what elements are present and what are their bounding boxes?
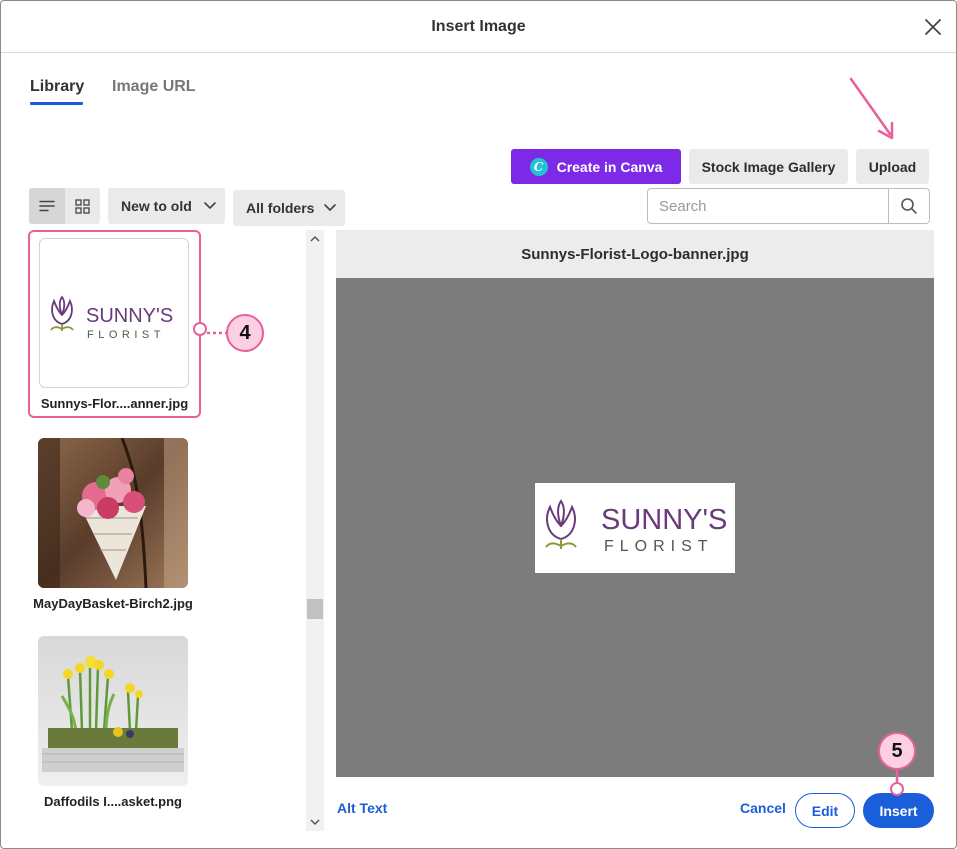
canva-icon: C	[529, 157, 548, 176]
insert-image-dialog: Insert Image Library Image URL C Create …	[0, 0, 957, 849]
search-input[interactable]	[648, 189, 888, 223]
list-view-icon	[39, 200, 55, 212]
search-button[interactable]	[889, 189, 929, 223]
image-thumbnail: SUNNY'S FLORIST	[39, 238, 189, 388]
tab-image-url[interactable]: Image URL	[112, 78, 196, 96]
stock-image-gallery-button[interactable]: Stock Image Gallery	[689, 149, 848, 184]
image-filename: Daffodils I....asket.png	[44, 794, 182, 809]
logo-text-sunnys: SUNNY'S	[86, 305, 173, 327]
close-icon[interactable]	[923, 17, 943, 37]
view-toggle	[29, 188, 100, 224]
search-box	[647, 188, 930, 224]
image-list-item[interactable]: MayDayBasket-Birch2.jpg	[1, 436, 301, 616]
chevron-up-icon	[310, 235, 320, 242]
scrollbar-thumb[interactable]	[307, 599, 323, 619]
folders-dropdown-label: All folders	[246, 200, 315, 216]
alt-text-link[interactable]: Alt Text	[337, 800, 387, 816]
preview-filename: Sunnys-Florist-Logo-banner.jpg	[521, 246, 749, 263]
search-icon	[901, 198, 917, 214]
image-list-item[interactable]: Daffodils I....asket.png	[1, 634, 301, 814]
scroll-up-button[interactable]	[306, 230, 324, 248]
image-thumbnail	[38, 438, 188, 588]
list-scrollbar[interactable]	[306, 230, 324, 831]
image-thumbnail	[38, 636, 188, 786]
annotation-arrow	[849, 77, 894, 140]
sort-dropdown-label: New to old	[121, 198, 192, 214]
dialog-header: Insert Image	[1, 1, 956, 53]
flower-basket-photo	[38, 438, 188, 588]
dialog-title: Insert Image	[431, 18, 526, 35]
logo-text-florist: FLORIST	[604, 538, 714, 555]
image-list: SUNNY'S FLORIST Sunnys-Flor....anner.jpg	[1, 230, 325, 831]
edit-button[interactable]: Edit	[795, 793, 855, 828]
scroll-down-button[interactable]	[306, 813, 324, 831]
cancel-link[interactable]: Cancel	[740, 800, 786, 816]
tab-library[interactable]: Library	[30, 78, 84, 96]
image-filename: MayDayBasket-Birch2.jpg	[33, 596, 193, 611]
image-filename: Sunnys-Flor....anner.jpg	[40, 396, 189, 411]
create-in-canva-label: Create in Canva	[556, 158, 663, 175]
sunnys-florist-logo: SUNNY'S FLORIST	[545, 499, 727, 555]
list-view-button[interactable]	[29, 188, 65, 224]
chevron-down-icon	[204, 202, 216, 209]
step-5-callout: 5	[878, 732, 916, 770]
preview-header: Sunnys-Florist-Logo-banner.jpg	[336, 230, 934, 278]
create-in-canva-button[interactable]: C Create in Canva	[511, 149, 681, 184]
daffodils-photo	[38, 636, 188, 786]
chevron-down-icon	[310, 819, 320, 826]
callout-anchor	[890, 782, 904, 796]
callout-anchor	[193, 322, 207, 336]
grid-view-button[interactable]	[65, 188, 100, 224]
active-tab-indicator	[30, 102, 83, 105]
chevron-down-icon	[324, 204, 336, 211]
insert-button[interactable]: Insert	[863, 793, 934, 828]
upload-button[interactable]: Upload	[856, 149, 929, 184]
step-4-callout: 4	[226, 314, 264, 352]
sort-dropdown[interactable]: New to old	[108, 188, 225, 224]
image-preview: SUNNY'S FLORIST	[336, 278, 934, 777]
logo-text-sunnys: SUNNY'S	[601, 504, 727, 536]
sunnys-florist-logo: SUNNY'S FLORIST	[50, 295, 173, 341]
logo-text-florist: FLORIST	[87, 329, 165, 341]
grid-view-icon	[75, 198, 90, 214]
preview-image: SUNNY'S FLORIST	[535, 483, 735, 573]
folders-dropdown[interactable]: All folders	[233, 190, 345, 226]
